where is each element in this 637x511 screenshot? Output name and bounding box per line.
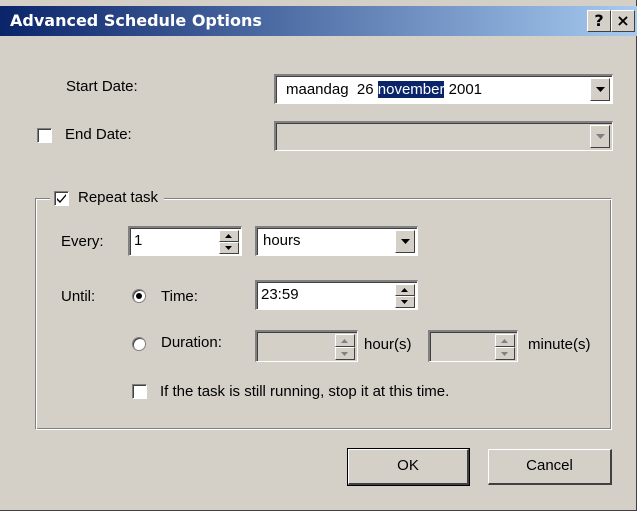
stop-task-label: If the task is still running, stop it at… — [160, 383, 450, 400]
every-spinner[interactable] — [219, 230, 239, 254]
hours-spin-down — [335, 347, 355, 360]
end-date-dropdown-button — [590, 125, 610, 148]
every-spin-up[interactable] — [219, 230, 239, 242]
start-date-dayname[interactable]: maandag — [286, 81, 349, 98]
duration-radio[interactable] — [132, 337, 146, 351]
repeat-task-label: Repeat task — [78, 189, 159, 206]
hours-spinner — [335, 334, 355, 360]
every-label: Every: — [61, 233, 104, 250]
until-label: Until: — [61, 288, 96, 305]
end-date-checkbox[interactable] — [37, 128, 52, 143]
chevron-down-icon — [401, 239, 410, 244]
ok-button[interactable]: OK — [347, 448, 470, 486]
time-spin-up[interactable] — [395, 284, 415, 296]
time-radio[interactable] — [132, 289, 146, 303]
repeat-task-checkbox[interactable] — [54, 191, 69, 206]
arrow-down-icon — [401, 300, 408, 304]
start-date-dropdown-button[interactable] — [590, 78, 610, 101]
end-date-label: End Date: — [65, 126, 132, 143]
start-date-label: Start Date: — [66, 78, 138, 95]
interval-unit-value[interactable]: hours — [263, 232, 301, 249]
minutes-unit-label: minute(s) — [528, 336, 591, 353]
time-label: Time: — [161, 288, 198, 305]
minutes-spin-down — [495, 347, 515, 360]
every-spin-down[interactable] — [219, 242, 239, 254]
chevron-down-icon — [596, 87, 605, 92]
every-value[interactable]: 1 — [134, 232, 142, 249]
start-date-month[interactable]: november — [377, 81, 445, 98]
minutes-spin-up — [495, 334, 515, 347]
start-date-value[interactable]: maandag 26 november 2001 — [286, 81, 482, 98]
time-value[interactable]: 23:59 — [261, 286, 299, 303]
arrow-up-icon — [225, 234, 232, 238]
start-date-picker[interactable]: maandag 26 november 2001 — [274, 74, 613, 104]
duration-hours-field — [255, 330, 358, 362]
start-date-year[interactable]: 2001 — [449, 81, 482, 98]
time-field[interactable]: 23:59 — [255, 280, 418, 310]
arrow-down-icon — [225, 246, 232, 250]
stop-task-checkbox[interactable] — [132, 384, 147, 399]
window-title: Advanced Schedule Options — [10, 11, 262, 30]
hours-spin-up — [335, 334, 355, 347]
close-button[interactable]: × — [611, 10, 635, 32]
arrow-down-icon — [501, 352, 508, 356]
arrow-down-icon — [341, 352, 348, 356]
duration-label: Duration: — [161, 334, 222, 351]
help-button[interactable]: ? — [587, 10, 611, 32]
chevron-down-icon — [596, 134, 605, 139]
checkmark-icon — [57, 194, 66, 203]
arrow-up-icon — [501, 339, 508, 343]
interval-unit-select[interactable]: hours — [255, 226, 418, 256]
time-spinner[interactable] — [395, 284, 415, 308]
title-bar[interactable]: Advanced Schedule Options ? × — [0, 6, 637, 36]
every-field[interactable]: 1 — [128, 226, 242, 256]
time-spin-down[interactable] — [395, 296, 415, 308]
cancel-button[interactable]: Cancel — [488, 449, 612, 485]
interval-unit-dropdown-button[interactable] — [395, 230, 415, 253]
minutes-spinner — [495, 334, 515, 360]
arrow-up-icon — [401, 288, 408, 292]
end-date-picker — [274, 121, 613, 151]
advanced-schedule-dialog: Advanced Schedule Options ? × Start Date… — [0, 0, 637, 511]
radio-selected-dot — [136, 293, 142, 299]
duration-minutes-field — [428, 330, 518, 362]
repeat-task-legend[interactable]: Repeat task — [50, 188, 165, 210]
arrow-up-icon — [341, 339, 348, 343]
hours-unit-label: hour(s) — [364, 336, 412, 353]
start-date-day[interactable]: 26 — [357, 81, 374, 98]
